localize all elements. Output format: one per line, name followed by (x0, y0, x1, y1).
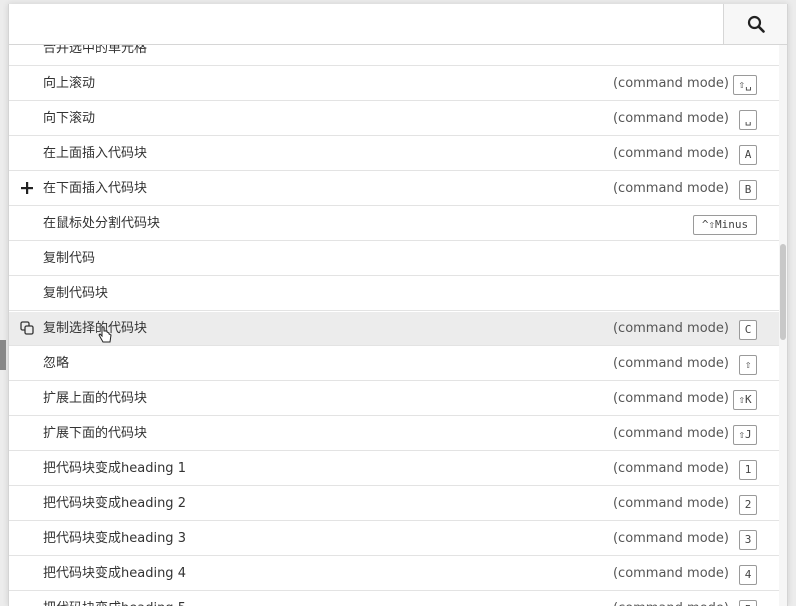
command-mode: (command mode) (612, 391, 729, 406)
shortcut-key: A (739, 145, 757, 165)
shortcut-key: 3 (739, 530, 757, 550)
command-mode: (command mode) (612, 566, 729, 581)
command-label: 复制代码块 (43, 286, 109, 301)
command-row-ignore[interactable]: 忽略 (command mode) ⇧ (9, 347, 779, 381)
shortcut-key: B (739, 180, 757, 200)
command-list: 合并选中的单元格 向上滚动 (command mode) ⇧␣ 向下滚动 (co… (9, 4, 779, 606)
command-label: 复制代码 (43, 251, 96, 266)
command-row-extend-above[interactable]: 扩展上面的代码块 (command mode) ⇧K (9, 382, 779, 416)
command-row-heading-3[interactable]: 把代码块变成heading 3 (command mode) 3 (9, 522, 779, 556)
command-row-copy-code[interactable]: 复制代码 (9, 242, 779, 276)
command-label: 把代码块变成heading 2 (43, 496, 186, 511)
command-label: 把代码块变成heading 1 (43, 461, 186, 476)
command-mode: (command mode) (612, 321, 729, 336)
scrollbar-thumb[interactable] (780, 244, 786, 340)
command-row-heading-5[interactable]: 把代码块变成heading 5 (command mode) 5 (9, 592, 779, 606)
command-mode: (command mode) (612, 356, 729, 371)
search-button[interactable] (723, 4, 787, 44)
command-mode: (command mode) (612, 531, 729, 546)
shortcut-key: ^⇧Minus (693, 215, 757, 235)
command-mode: (command mode) (612, 461, 729, 476)
command-label: 扩展下面的代码块 (43, 426, 148, 441)
command-label: 在鼠标处分割代码块 (43, 216, 161, 231)
command-label: 在上面插入代码块 (43, 146, 148, 161)
command-row-heading-1[interactable]: 把代码块变成heading 1 (command mode) 1 (9, 452, 779, 486)
shortcut-key: ⇧K (733, 390, 757, 410)
command-mode: (command mode) (612, 181, 729, 196)
command-mode: (command mode) (613, 592, 729, 606)
window-edge-marker (0, 340, 6, 370)
command-row-extend-below[interactable]: 扩展下面的代码块 (command mode) ⇧J (9, 417, 779, 451)
command-label: 扩展上面的代码块 (43, 391, 148, 406)
command-label: 忽略 (43, 356, 70, 371)
command-row-copy-selected-cells[interactable]: 复制选择的代码块 (command mode) C (9, 312, 779, 346)
command-mode: (command mode) (612, 496, 729, 511)
command-mode: (command mode) (612, 426, 729, 441)
command-mode: (command mode) (612, 76, 729, 91)
command-label: 在下面插入代码块 (43, 181, 148, 196)
command-row-split-cell[interactable]: 在鼠标处分割代码块 (edit) ^⇧Minus (9, 207, 779, 241)
command-row-insert-below[interactable]: 在下面插入代码块 (command mode) B (9, 172, 779, 206)
command-mode: (command mode) (612, 146, 729, 161)
command-label: 把代码块变成heading 5 (43, 592, 186, 606)
shortcut-key: C (739, 320, 757, 340)
command-label: 向下滚动 (43, 111, 96, 126)
shortcut-key: 4 (739, 565, 757, 585)
command-row-insert-above[interactable]: 在上面插入代码块 (command mode) A (9, 137, 779, 171)
shortcut-key: ⇧␣ (733, 75, 757, 95)
plus-icon (19, 181, 35, 197)
command-label: 向上滚动 (43, 76, 96, 91)
command-row-scroll-up[interactable]: 向上滚动 (command mode) ⇧␣ (9, 67, 779, 101)
scrollbar[interactable] (779, 44, 787, 606)
shortcut-key: ⇧J (733, 425, 757, 445)
shortcut-key: ⇧ (739, 355, 757, 375)
shortcut-key: 1 (739, 460, 757, 480)
copy-icon (19, 321, 35, 337)
command-label: 把代码块变成heading 3 (43, 531, 186, 546)
command-mode: (command mode) (612, 111, 729, 126)
shortcut-key: ␣ (739, 110, 757, 130)
command-label: 把代码块变成heading 4 (43, 566, 186, 581)
hand-cursor-icon (98, 326, 112, 348)
search-input[interactable] (9, 4, 721, 44)
command-row-scroll-down[interactable]: 向下滚动 (command mode) ␣ (9, 102, 779, 136)
shortcut-key: 5 (739, 600, 757, 606)
command-label: 复制选择的代码块 (43, 321, 148, 336)
search-bar (9, 4, 787, 45)
command-row-heading-4[interactable]: 把代码块变成heading 4 (command mode) 4 (9, 557, 779, 591)
command-row-heading-2[interactable]: 把代码块变成heading 2 (command mode) 2 (9, 487, 779, 521)
command-row-copy-cell[interactable]: 复制代码块 (9, 277, 779, 311)
command-palette: 合并选中的单元格 向上滚动 (command mode) ⇧␣ 向下滚动 (co… (8, 4, 788, 606)
shortcut-key: 2 (739, 495, 757, 515)
